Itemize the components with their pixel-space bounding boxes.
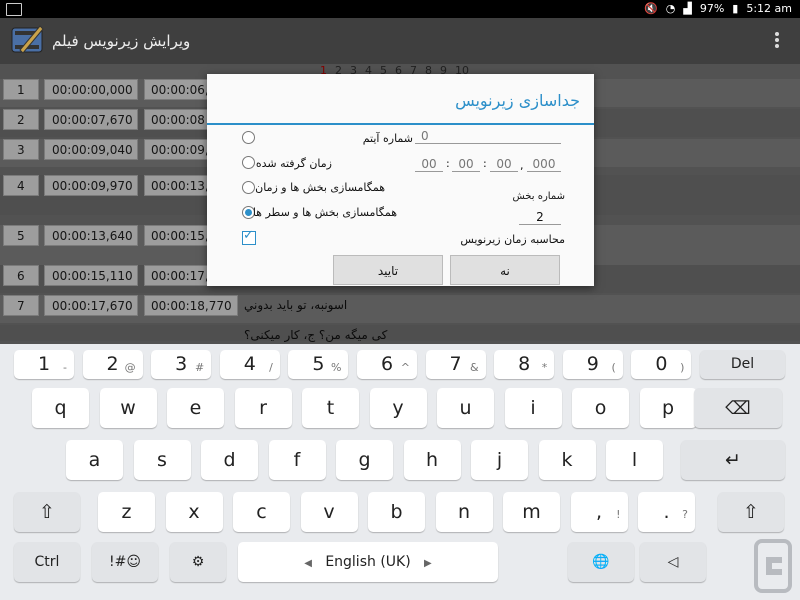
key-4[interactable]: 4/ bbox=[219, 350, 280, 379]
shift-key-right[interactable]: ⇧ bbox=[718, 492, 784, 532]
signal-icon: ▟ bbox=[683, 2, 692, 15]
space-key[interactable]: ◀ English (UK) ▶ bbox=[238, 542, 498, 582]
key-u[interactable]: u bbox=[437, 388, 494, 428]
shift-key-left[interactable]: ⇧ bbox=[14, 492, 80, 532]
space-language-label: English (UK) bbox=[325, 554, 411, 570]
cursor-left-key[interactable]: ◁ bbox=[640, 542, 706, 582]
minutes-field[interactable]: 00 bbox=[452, 157, 480, 172]
key-v[interactable]: v bbox=[300, 492, 358, 532]
key-j[interactable]: j bbox=[471, 440, 528, 480]
key-c[interactable]: c bbox=[233, 492, 290, 532]
arrow-left-icon: ◁ bbox=[667, 554, 679, 570]
radio-label-sync-sections-lines: همگامسازی بخش ها و سطر ها bbox=[252, 206, 397, 219]
key-x[interactable]: x bbox=[165, 492, 223, 532]
globe-icon: 🌐 bbox=[592, 554, 610, 570]
gallery-notification-icon bbox=[6, 3, 22, 16]
radio-item-number[interactable] bbox=[242, 131, 255, 144]
key-2[interactable]: 2 @ bbox=[82, 350, 143, 379]
film-app-icon bbox=[11, 25, 44, 54]
store-watermark-icon bbox=[754, 539, 792, 593]
backspace-icon: ⌫ bbox=[725, 398, 751, 419]
key-d[interactable]: d bbox=[201, 440, 258, 480]
battery-icon: ▮ bbox=[732, 2, 739, 15]
settings-key[interactable]: ⚙ bbox=[170, 542, 226, 582]
calc-time-checkbox[interactable] bbox=[242, 228, 256, 245]
key-a[interactable]: a bbox=[66, 440, 123, 480]
delete-key[interactable]: Del bbox=[700, 350, 785, 379]
confirm-button[interactable]: تایید bbox=[333, 255, 443, 285]
calc-time-label: محاسبه زمان زیرنویس bbox=[460, 233, 565, 246]
time-separator: : bbox=[446, 157, 450, 170]
split-subtitle-dialog: جداسازی زیرنویس شماره آیتم 0 زمان گرفته … bbox=[207, 74, 594, 286]
milliseconds-field[interactable]: 000 bbox=[527, 157, 561, 172]
key-1[interactable]: 1- bbox=[14, 350, 74, 379]
seconds-field[interactable]: 00 bbox=[490, 157, 518, 172]
dialog-title: جداسازی زیرنویس bbox=[455, 91, 580, 110]
wifi-icon: ◔ bbox=[665, 2, 676, 15]
key-7[interactable]: 7 & bbox=[425, 350, 486, 379]
shift-icon: ⇧ bbox=[39, 501, 55, 523]
radio-label-elapsed-time: زمان گرفته شده bbox=[255, 157, 332, 170]
key-comma[interactable]: ,! bbox=[570, 492, 628, 532]
item-number-field[interactable]: 0 bbox=[415, 129, 561, 144]
radio-sync-sections-time[interactable] bbox=[242, 181, 255, 194]
time-separator: : bbox=[483, 157, 487, 170]
section-number-field[interactable]: 2 bbox=[519, 210, 561, 225]
key-w[interactable]: w bbox=[99, 388, 157, 428]
enter-key[interactable]: ↵ bbox=[681, 440, 785, 480]
key-8[interactable]: 8 * bbox=[494, 350, 555, 379]
battery-level: 97% bbox=[699, 2, 725, 15]
key-m[interactable]: m bbox=[503, 492, 560, 532]
status-bar: 🔇 ◔ ▟ 97% ▮ 5:12 am bbox=[0, 0, 800, 18]
key-n[interactable]: n bbox=[435, 492, 493, 532]
shift-icon: ⇧ bbox=[743, 501, 759, 523]
no-button[interactable]: نه bbox=[450, 255, 560, 285]
key-t[interactable]: t bbox=[302, 388, 359, 428]
radio-elapsed-time[interactable] bbox=[242, 156, 255, 169]
enter-icon: ↵ bbox=[725, 449, 741, 471]
ms-separator: , bbox=[520, 159, 524, 172]
key-period[interactable]: .? bbox=[638, 492, 695, 532]
key-i[interactable]: i bbox=[504, 388, 562, 428]
key-h[interactable]: h bbox=[403, 440, 461, 480]
backspace-key[interactable]: ⌫ bbox=[694, 388, 782, 428]
chevron-right-icon: ▶ bbox=[424, 558, 432, 569]
key-3[interactable]: 3 # bbox=[151, 350, 212, 379]
key-r[interactable]: r bbox=[234, 388, 292, 428]
hours-field[interactable]: 00 bbox=[415, 157, 443, 172]
key-e[interactable]: e bbox=[167, 388, 224, 428]
radio-label-item-number: شماره آیتم bbox=[362, 132, 413, 145]
section-number-label: شماره بخش bbox=[512, 191, 565, 202]
key-p[interactable]: p bbox=[639, 388, 697, 428]
key-l[interactable]: l bbox=[606, 440, 663, 480]
key-q[interactable]: q bbox=[32, 388, 89, 428]
gear-icon: ⚙ bbox=[191, 554, 205, 570]
chevron-left-icon: ◀ bbox=[304, 558, 312, 569]
dialog-divider bbox=[207, 123, 594, 125]
symbols-key[interactable]: !#☺ bbox=[92, 542, 158, 582]
key-6[interactable]: 6 ^ bbox=[357, 350, 417, 379]
key-s[interactable]: s bbox=[133, 440, 191, 480]
key-f[interactable]: f bbox=[268, 440, 326, 480]
key-9[interactable]: 9( bbox=[562, 350, 623, 379]
key-o[interactable]: o bbox=[572, 388, 629, 428]
key-0[interactable]: 0) bbox=[631, 350, 692, 379]
key-g[interactable]: g bbox=[336, 440, 393, 480]
app-title: ویرایش زیرنویس فیلم bbox=[52, 32, 191, 50]
language-key[interactable]: 🌐 bbox=[568, 542, 634, 582]
key-y[interactable]: y bbox=[369, 388, 427, 428]
radio-label-sync-sections-time: همگامسازی بخش ها و زمان bbox=[255, 181, 385, 194]
key-k[interactable]: k bbox=[538, 440, 596, 480]
ctrl-key[interactable]: Ctrl bbox=[14, 542, 80, 582]
key-z[interactable]: z bbox=[98, 492, 155, 532]
key-5[interactable]: 5% bbox=[288, 350, 349, 379]
key-b[interactable]: b bbox=[368, 492, 425, 532]
clock: 5:12 am bbox=[746, 2, 792, 15]
overflow-menu-icon[interactable] bbox=[774, 30, 780, 50]
mute-icon: 🔇 bbox=[644, 2, 658, 15]
